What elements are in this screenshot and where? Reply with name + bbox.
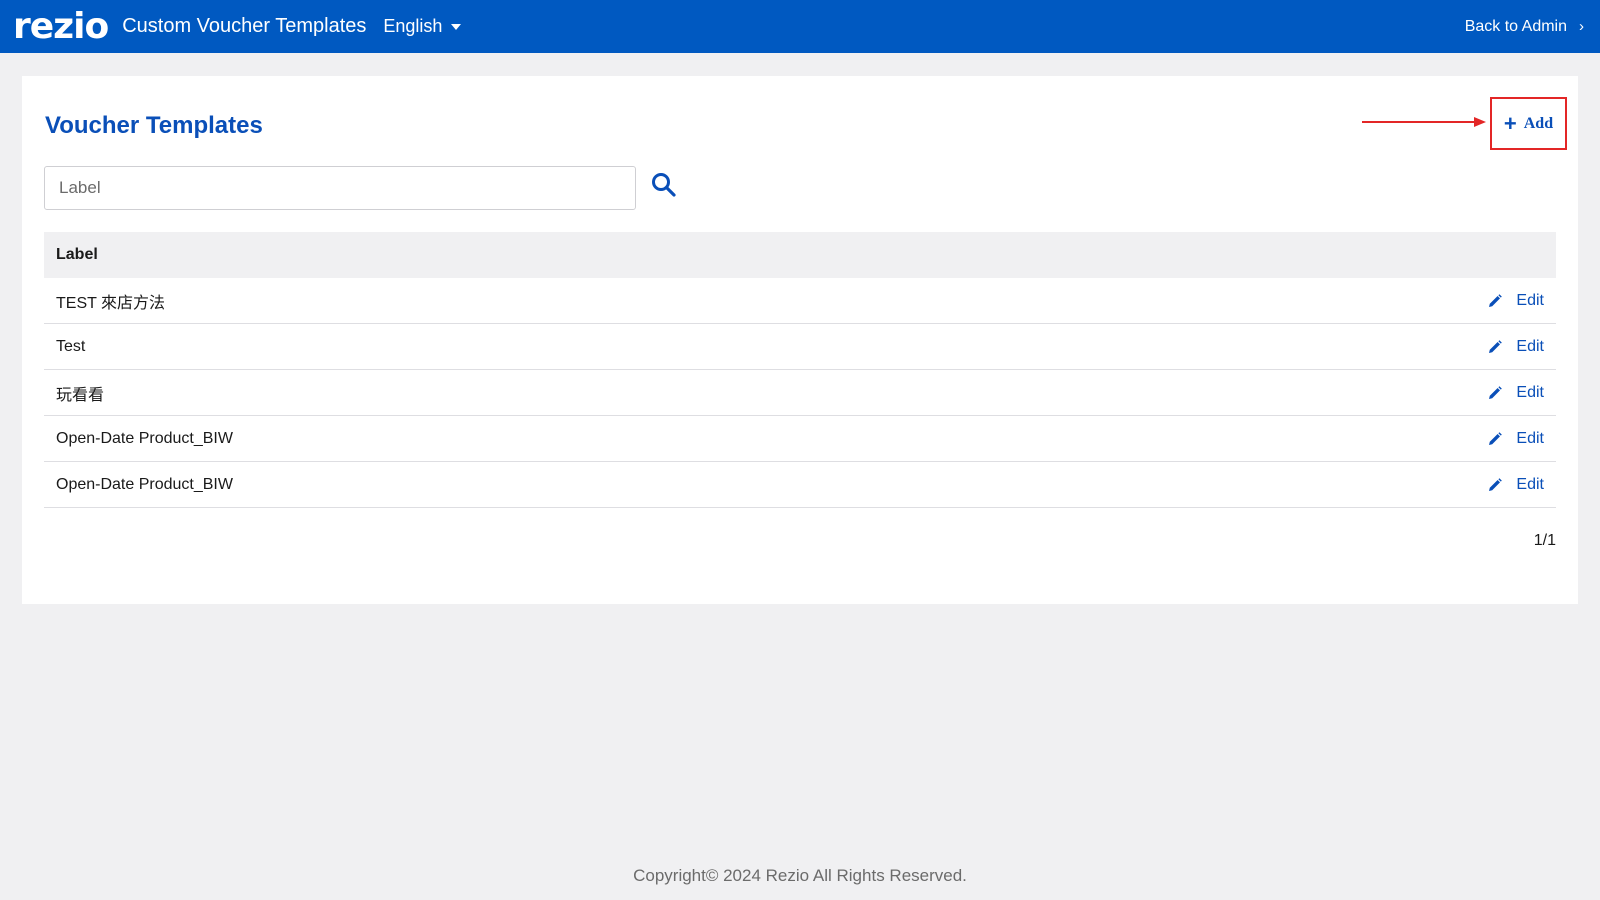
pencil-icon (1489, 294, 1503, 307)
table-row: Open-Date Product_BIW Edit (44, 462, 1556, 508)
row-label: Open-Date Product_BIW (56, 429, 233, 447)
language-dropdown[interactable]: English (383, 16, 462, 37)
page-title: Voucher Templates (45, 112, 263, 139)
edit-button[interactable]: Edit (1488, 324, 1544, 370)
plus-icon: + (1503, 110, 1517, 136)
pencil-icon (1489, 386, 1503, 399)
back-to-admin-link[interactable]: Back to Admin › (1465, 0, 1584, 53)
edit-label: Edit (1516, 292, 1544, 309)
add-button[interactable]: + Add (1490, 97, 1567, 150)
caret-down-icon (451, 23, 462, 30)
pencil-icon (1489, 478, 1503, 491)
edit-button[interactable]: Edit (1488, 278, 1544, 324)
column-header-label: Label (56, 246, 98, 263)
voucher-templates-table: Label TEST 來店方法 Edit Test Edit 玩看看 Edit (44, 232, 1556, 508)
language-label: English (383, 16, 443, 36)
table-row: Open-Date Product_BIW Edit (44, 416, 1556, 462)
pencil-icon (1489, 340, 1503, 353)
table-row: Test Edit (44, 324, 1556, 370)
edit-label: Edit (1516, 338, 1544, 355)
back-to-admin-label: Back to Admin (1464, 17, 1567, 35)
pencil-icon (1489, 432, 1503, 445)
search-button[interactable] (650, 171, 678, 199)
footer-copyright: Copyright© 2024 Rezio All Rights Reserve… (633, 866, 967, 885)
edit-label: Edit (1516, 476, 1544, 493)
table-row: TEST 來店方法 Edit (44, 278, 1556, 324)
add-button-label: Add (1523, 114, 1554, 132)
top-navbar: rezio Custom Voucher Templates English B… (0, 0, 1600, 53)
edit-button[interactable]: Edit (1488, 370, 1544, 416)
app-title: Custom Voucher Templates (122, 15, 367, 37)
row-label: 玩看看 (56, 386, 105, 404)
search-icon (652, 173, 676, 197)
table-row: 玩看看 Edit (44, 370, 1556, 416)
label-search-input[interactable] (44, 166, 636, 210)
row-label: Test (56, 337, 86, 355)
table-header: Label (44, 232, 1556, 278)
edit-label: Edit (1516, 430, 1544, 447)
annotation-arrow (1362, 117, 1486, 127)
edit-button[interactable]: Edit (1488, 462, 1544, 508)
edit-label: Edit (1516, 384, 1544, 401)
edit-button[interactable]: Edit (1488, 416, 1544, 462)
row-label: TEST 來店方法 (56, 294, 166, 312)
pagination-indicator: 1/1 (1533, 532, 1556, 549)
content-card: Voucher Templates + Add Label TEST 來店方法 … (22, 76, 1578, 604)
rezio-logo[interactable]: rezio (13, 0, 109, 53)
chevron-right-icon: › (1579, 18, 1584, 35)
row-label: Open-Date Product_BIW (56, 475, 233, 493)
